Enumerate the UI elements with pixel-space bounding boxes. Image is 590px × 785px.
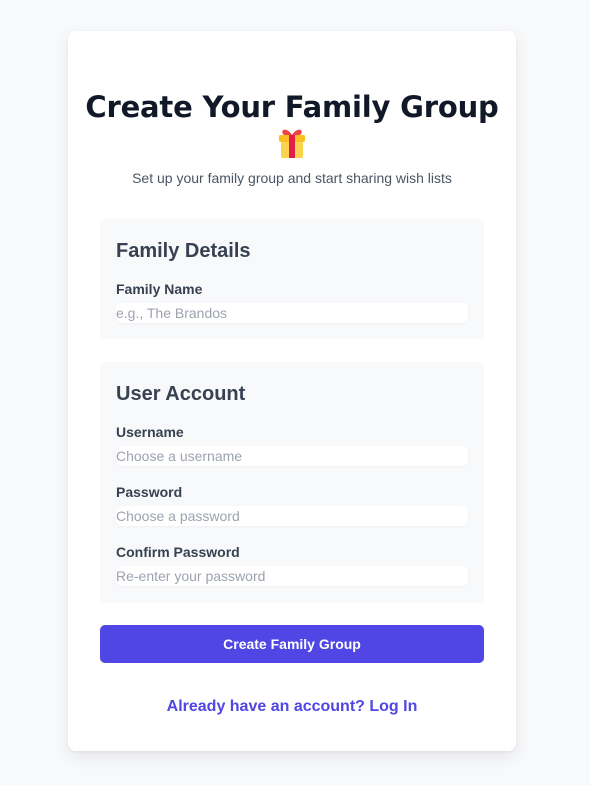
password-input[interactable] (116, 506, 468, 526)
confirm-password-label: Confirm Password (116, 544, 240, 560)
user-account-heading: User Account (116, 383, 246, 405)
signup-card: Create Your Family Group Set up your fam… (68, 31, 516, 751)
page-title: Create Your Family Group (85, 90, 499, 124)
username-label: Username (116, 424, 184, 440)
family-details-section: Family Details Family Name (100, 219, 484, 339)
family-name-label: Family Name (116, 281, 203, 297)
create-family-group-button[interactable]: Create Family Group (100, 625, 484, 663)
password-label: Password (116, 484, 183, 500)
confirm-password-input[interactable] (116, 566, 468, 586)
page-subtitle: Set up your family group and start shari… (132, 170, 452, 186)
family-details-heading: Family Details (116, 240, 251, 262)
family-name-input[interactable] (116, 303, 468, 323)
login-link[interactable]: Already have an account? Log In (68, 697, 516, 717)
user-account-section: User Account Username Password Confirm P… (100, 362, 484, 603)
gift-icon (279, 129, 305, 158)
username-input[interactable] (116, 446, 468, 466)
